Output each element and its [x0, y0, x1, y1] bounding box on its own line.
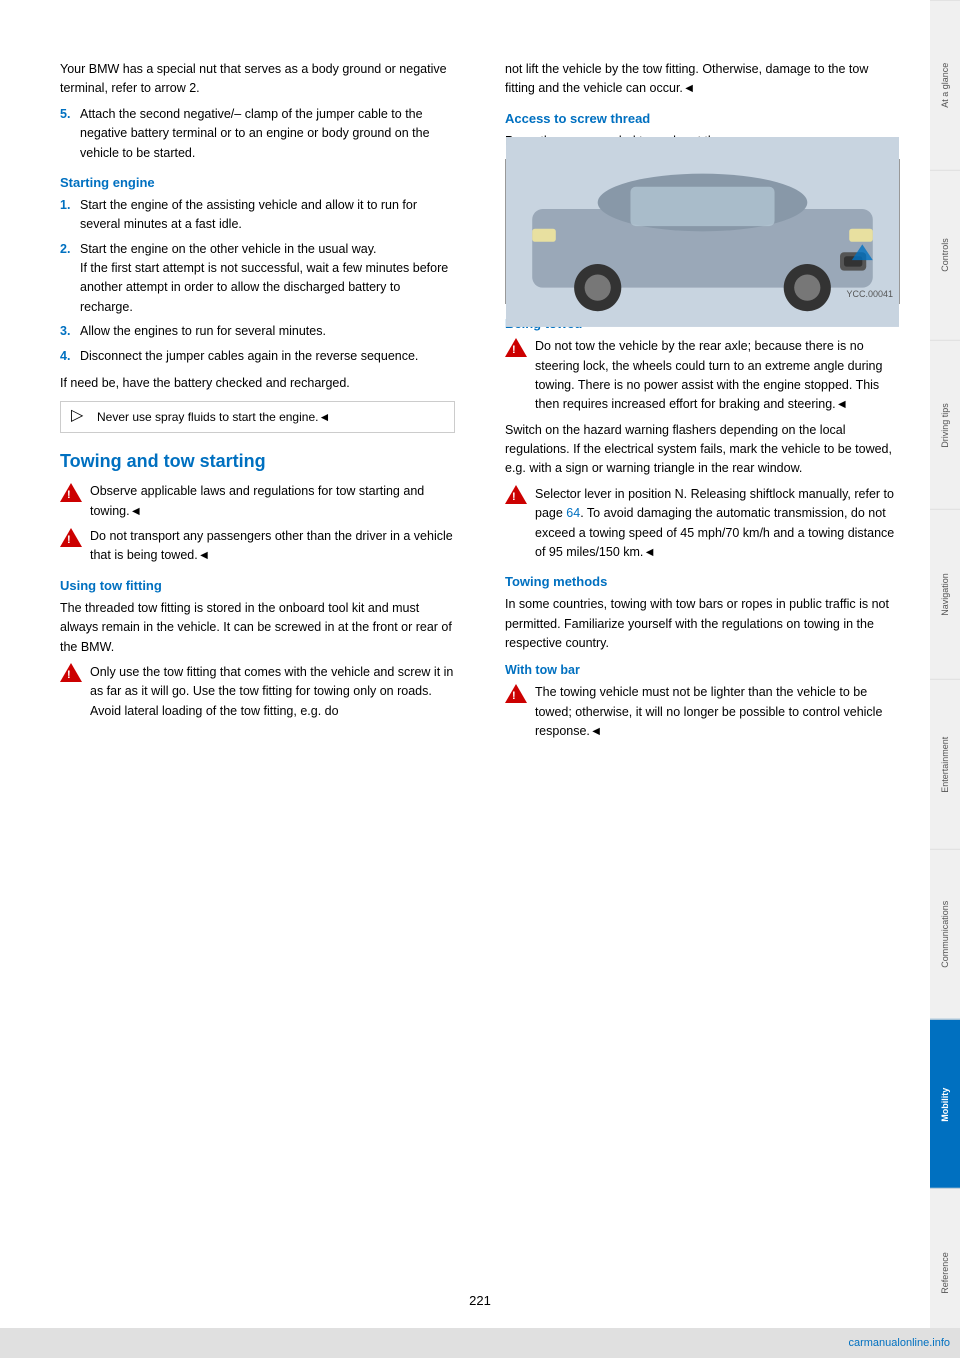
- tow-fitting-text1: The threaded tow fitting is stored in th…: [60, 599, 455, 657]
- page-number: 221: [469, 1283, 491, 1318]
- sidebar: At a glance Controls Driving tips Naviga…: [930, 0, 960, 1358]
- recharge-text: If need be, have the battery checked and…: [60, 374, 455, 393]
- towing-methods-text1: In some countries, towing with tow bars …: [505, 595, 900, 653]
- left-column: Your BMW has a special nut that serves a…: [60, 60, 465, 748]
- image-caption: YCC.00041: [846, 289, 893, 299]
- step5-item: 5. Attach the second negative/– clamp of…: [60, 105, 455, 163]
- sidebar-tab-driving-tips[interactable]: Driving tips: [930, 340, 960, 510]
- being-towed-warning1: Do not tow the vehicle by the rear axle;…: [505, 337, 900, 415]
- two-column-layout: Your BMW has a special nut that serves a…: [60, 60, 900, 748]
- being-towed-warning1-text: Do not tow the vehicle by the rear axle;…: [535, 337, 900, 415]
- tow-fitting-image: YCC.00041: [505, 159, 900, 304]
- sidebar-tab-mobility[interactable]: Mobility: [930, 1019, 960, 1189]
- spray-note-text: Never use spray fluids to start the engi…: [97, 408, 330, 426]
- tow-fitting-svg: [506, 137, 899, 327]
- being-towed-text1: Switch on the hazard warning flashers de…: [505, 421, 900, 479]
- step-2: 2. Start the engine on the other vehicle…: [60, 240, 455, 318]
- towing-warning2: Do not transport any passengers other th…: [60, 527, 455, 566]
- tow-bar-warning-text: The towing vehicle must not be lighter t…: [535, 683, 900, 741]
- step-3: 3. Allow the engines to run for several …: [60, 322, 455, 341]
- page-container: Your BMW has a special nut that serves a…: [0, 0, 960, 1358]
- towing-methods-heading: Towing methods: [505, 574, 900, 589]
- towing-warning1-text: Observe applicable laws and regulations …: [90, 482, 455, 521]
- main-content: Your BMW has a special nut that serves a…: [0, 0, 930, 1358]
- access-screw-thread-heading: Access to screw thread: [505, 111, 900, 126]
- tow-fitting-warning: Only use the tow fitting that comes with…: [60, 663, 455, 721]
- warning-icon-6: [505, 683, 527, 703]
- towing-warning2-text: Do not transport any passengers other th…: [90, 527, 455, 566]
- sidebar-tab-controls[interactable]: Controls: [930, 170, 960, 340]
- being-towed-warning2-text: Selector lever in position N. Releasing …: [535, 485, 900, 563]
- using-tow-fitting-heading: Using tow fitting: [60, 578, 455, 593]
- warning-icon-3: [60, 663, 82, 683]
- warning-icon-2: [60, 527, 82, 547]
- step5-num: 5.: [60, 105, 74, 163]
- starting-engine-steps: 1. Start the engine of the assisting veh…: [60, 196, 455, 366]
- page-link[interactable]: 64: [566, 506, 580, 520]
- note-icon: ▷: [71, 408, 89, 424]
- starting-engine-heading: Starting engine: [60, 175, 455, 190]
- towing-warning1: Observe applicable laws and regulations …: [60, 482, 455, 521]
- body-ground-text: Your BMW has a special nut that serves a…: [60, 60, 455, 99]
- step-1: 1. Start the engine of the assisting veh…: [60, 196, 455, 235]
- watermark-text: carmanualonline.info: [848, 1337, 950, 1349]
- being-towed-warning2: Selector lever in position N. Releasing …: [505, 485, 900, 563]
- sidebar-tab-at-a-glance[interactable]: At a glance: [930, 0, 960, 170]
- sidebar-tab-navigation[interactable]: Navigation: [930, 509, 960, 679]
- warning-icon-1: [60, 482, 82, 502]
- sidebar-tab-communications[interactable]: Communications: [930, 849, 960, 1019]
- right-intro-text: not lift the vehicle by the tow fitting.…: [505, 60, 900, 99]
- tow-bar-warning: The towing vehicle must not be lighter t…: [505, 683, 900, 741]
- towing-section-heading: Towing and tow starting: [60, 451, 455, 472]
- step-4: 4. Disconnect the jumper cables again in…: [60, 347, 455, 366]
- sidebar-tab-entertainment[interactable]: Entertainment: [930, 679, 960, 849]
- with-tow-bar-heading: With tow bar: [505, 663, 900, 677]
- tow-fitting-warning-text: Only use the tow fitting that comes with…: [90, 663, 455, 721]
- warning-icon-4: [505, 337, 527, 357]
- step5-text: Attach the second negative/– clamp of th…: [80, 105, 455, 163]
- bottom-bar: carmanualonline.info: [0, 1328, 960, 1358]
- spray-note-box: ▷ Never use spray fluids to start the en…: [60, 401, 455, 433]
- warning-icon-5: [505, 485, 527, 505]
- right-column: not lift the vehicle by the tow fitting.…: [495, 60, 900, 748]
